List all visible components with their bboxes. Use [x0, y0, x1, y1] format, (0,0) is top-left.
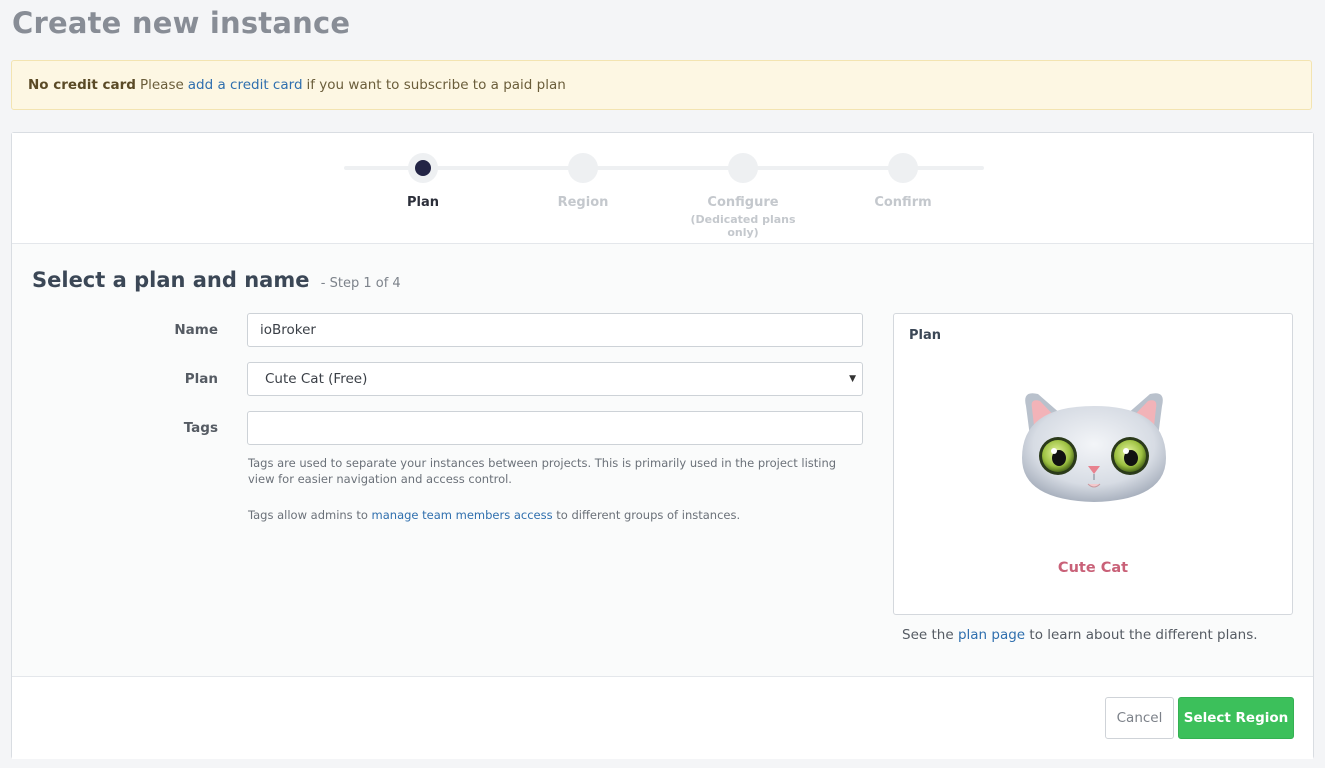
- step-confirm: Confirm: [833, 153, 973, 210]
- create-instance-card: Plan Region Configure (Dedicated plans o…: [11, 132, 1314, 759]
- cancel-button[interactable]: Cancel: [1105, 697, 1174, 739]
- alert-text: Please: [139, 77, 184, 93]
- plan-label: Plan: [184, 371, 218, 387]
- step-confirm-dot: [888, 153, 918, 183]
- alert-text-after: if you want to subscribe to a paid plan: [306, 77, 566, 93]
- add-credit-card-link[interactable]: add a credit card: [188, 77, 303, 93]
- tags-admin-help-after: to different groups of instances.: [556, 508, 741, 522]
- page-title: Create new instance: [12, 6, 351, 40]
- form-area: Select a plan and name - Step 1 of 4 Nam…: [12, 244, 1313, 676]
- section-title-text: Select a plan and name: [32, 268, 310, 292]
- caret-down-icon: ▼: [849, 374, 856, 384]
- step-plan: Plan: [353, 153, 493, 210]
- manage-team-members-link[interactable]: manage team members access: [372, 508, 553, 522]
- plan-panel-title: Plan: [909, 328, 942, 343]
- step-region-dot: [568, 153, 598, 183]
- name-input[interactable]: ioBroker: [247, 313, 863, 347]
- card-footer: Cancel Select Region: [12, 676, 1313, 759]
- step-note: - Step 1 of 4: [320, 276, 401, 291]
- step-region: Region: [513, 153, 653, 210]
- step-plan-dot: [408, 153, 438, 183]
- tags-help-text: Tags are used to separate your instances…: [248, 456, 837, 486]
- plan-select-value: Cute Cat (Free): [265, 371, 368, 387]
- name-label: Name: [174, 322, 218, 338]
- no-credit-card-alert: No credit card Please add a credit card …: [11, 60, 1312, 110]
- step-configure-label: Configure: [707, 195, 779, 210]
- select-region-button[interactable]: Select Region: [1178, 697, 1294, 739]
- tags-input[interactable]: [247, 411, 863, 445]
- plan-page-note-before: See the: [902, 627, 954, 643]
- step-region-label: Region: [557, 195, 609, 210]
- tags-admin-help: Tags allow admins to manage team members…: [248, 507, 858, 523]
- step-configure: Configure (Dedicated plans only): [673, 153, 813, 239]
- plan-name: Cute Cat: [1057, 560, 1129, 576]
- section-title: Select a plan and name - Step 1 of 4: [32, 268, 401, 292]
- progress-stepper: Plan Region Configure (Dedicated plans o…: [12, 133, 1313, 244]
- plan-page-link[interactable]: plan page: [958, 627, 1025, 643]
- name-input-value: ioBroker: [260, 322, 316, 338]
- plan-page-note-after: to learn about the different plans.: [1029, 627, 1258, 643]
- step-configure-sub: (Dedicated plans only): [690, 213, 796, 239]
- step-confirm-label: Confirm: [874, 195, 932, 210]
- tags-label: Tags: [183, 420, 218, 436]
- plan-select[interactable]: Cute Cat (Free) ▼: [247, 362, 863, 396]
- cute-cat-image: [1022, 393, 1166, 502]
- alert-title: No credit card: [28, 77, 136, 93]
- tags-admin-help-before: Tags allow admins to: [248, 508, 368, 522]
- plan-preview-panel: Plan Cute Cat: [893, 313, 1293, 615]
- plan-page-note: See the plan page to learn about the dif…: [902, 627, 1258, 643]
- step-configure-dot: [728, 153, 758, 183]
- step-plan-label: Plan: [406, 195, 439, 210]
